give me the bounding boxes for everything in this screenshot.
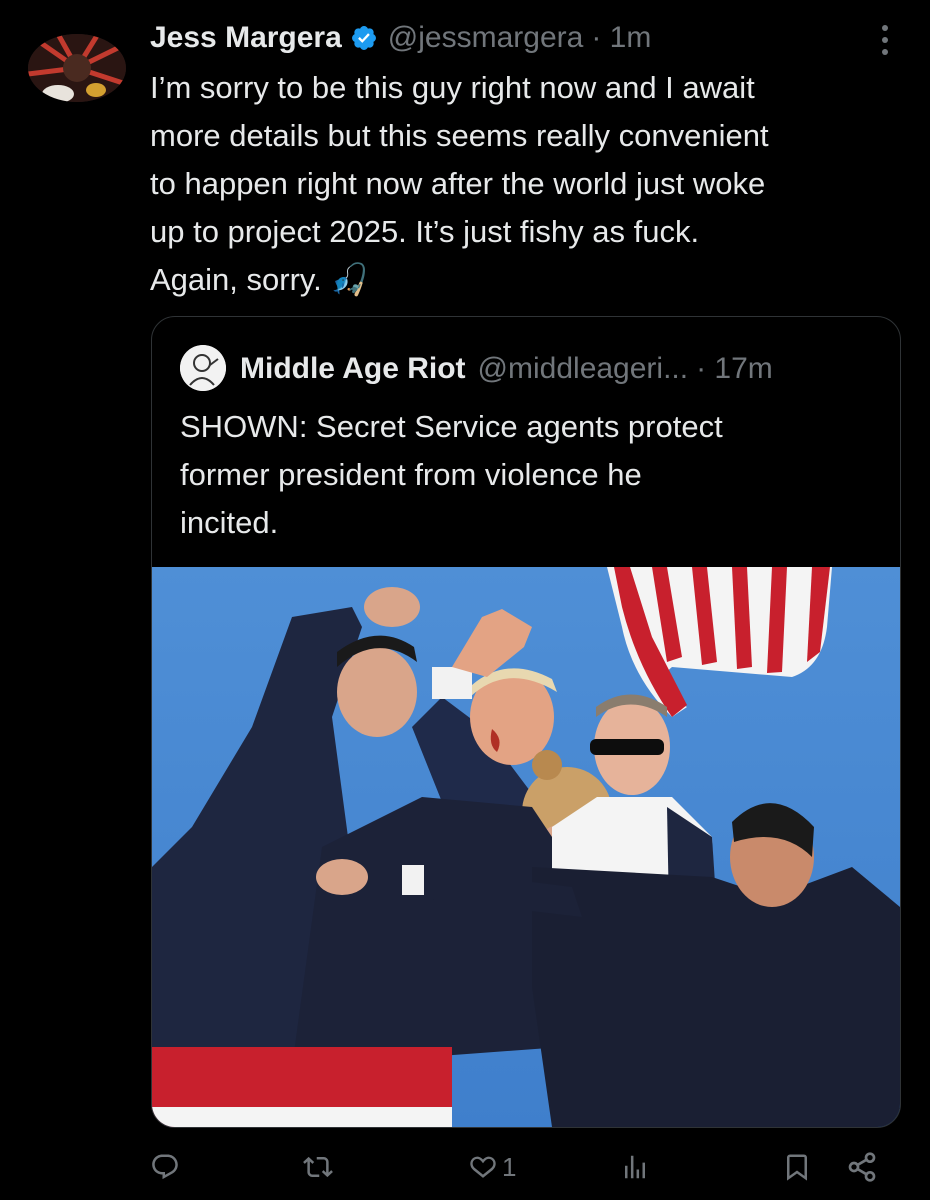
tweet-time[interactable]: · 1m — [591, 21, 651, 55]
quote-header: Middle Age Riot @middleageri... · 17m — [240, 347, 880, 391]
quoted-tweet[interactable]: Middle Age Riot @middleageri... · 17m SH… — [151, 316, 901, 1128]
bookmark-icon — [782, 1152, 812, 1182]
views-button[interactable] — [620, 1140, 650, 1194]
like-count: 1 — [502, 1151, 517, 1182]
tweet-header: Jess Margera @jessmargera · 1m — [150, 18, 910, 58]
author-avatar[interactable] — [28, 34, 126, 102]
tweet-text-line: more details but this seems really conve… — [150, 118, 769, 153]
share-icon — [846, 1151, 878, 1183]
author-handle[interactable]: @jessmargera — [388, 21, 584, 55]
quote-time[interactable]: · 17m — [696, 352, 773, 386]
verified-badge-icon — [350, 24, 378, 52]
quote-author-name[interactable]: Middle Age Riot — [240, 352, 466, 386]
quote-text-line: former president from violence he — [180, 457, 642, 492]
tweet-text: I’m sorry to be this guy right now and I… — [150, 64, 910, 304]
views-icon — [620, 1152, 650, 1182]
tweet-text-line: up to project 2025. It’s just fishy as f… — [150, 214, 700, 249]
reply-icon — [150, 1152, 180, 1182]
photo-image — [152, 567, 900, 1127]
bookmark-button[interactable] — [782, 1140, 812, 1194]
avatar-image — [28, 34, 126, 102]
quote-author-handle[interactable]: @middleageri... — [478, 352, 689, 386]
share-button[interactable] — [846, 1140, 878, 1194]
quote-avatar-image — [180, 345, 226, 391]
quote-text-line: incited. — [180, 505, 279, 540]
more-options-icon[interactable] — [880, 22, 890, 58]
tweet-text-line: I’m sorry to be this guy right now and I… — [150, 70, 755, 105]
retweet-button[interactable] — [302, 1140, 334, 1194]
retweet-icon — [302, 1152, 334, 1182]
action-bar: 1 — [150, 1140, 890, 1194]
tweet-text-line: to happen right now after the world just… — [150, 166, 766, 201]
heart-icon — [468, 1152, 498, 1182]
author-name[interactable]: Jess Margera — [150, 21, 342, 55]
quote-photo[interactable] — [152, 567, 900, 1127]
tweet-text-line: Again, sorry. 🎣 — [150, 262, 369, 297]
quote-author-avatar[interactable] — [180, 345, 226, 391]
reply-button[interactable] — [150, 1140, 180, 1194]
like-button[interactable]: 1 — [468, 1140, 516, 1194]
quote-text: SHOWN: Secret Service agents protect for… — [180, 403, 870, 547]
quote-text-line: SHOWN: Secret Service agents protect — [180, 409, 723, 444]
